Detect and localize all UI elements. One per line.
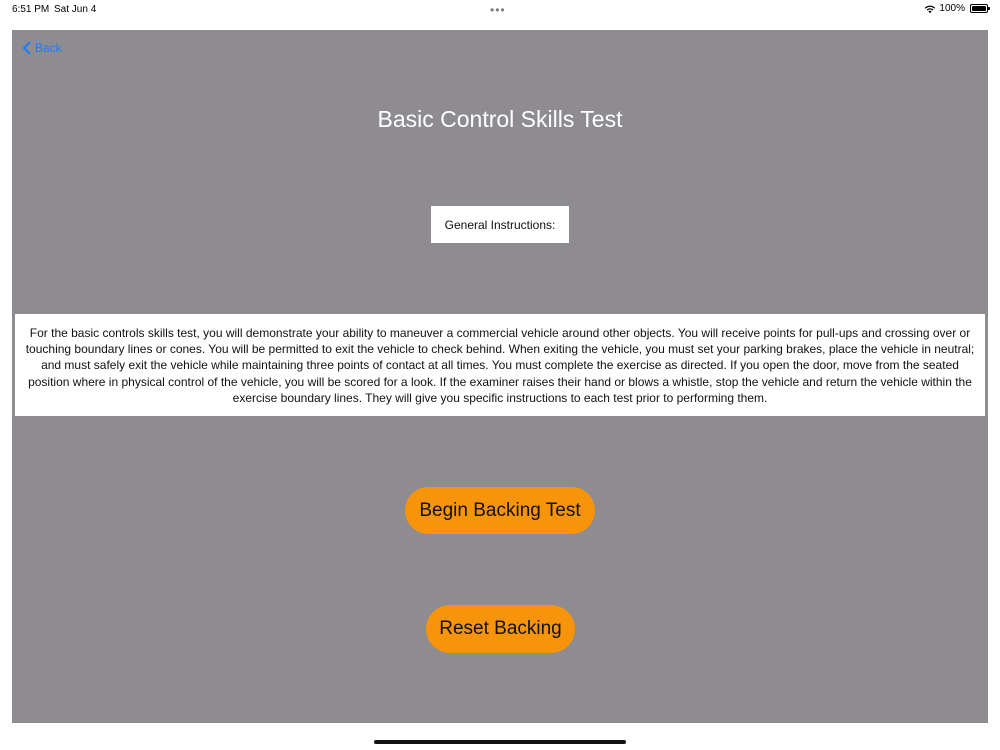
main-panel: Back Basic Control Skills Test General I… <box>12 30 988 723</box>
chevron-left-icon <box>23 41 31 55</box>
back-label: Back <box>35 41 62 55</box>
reset-backing-button[interactable]: Reset Backing <box>426 605 575 653</box>
multitasking-dots-icon[interactable]: ••• <box>490 3 506 17</box>
wifi-icon <box>925 5 936 13</box>
begin-backing-test-button[interactable]: Begin Backing Test <box>405 487 595 534</box>
app-screen: 6:51 PM Sat Jun 4 ••• 100% Back Basic Co… <box>0 0 1000 750</box>
status-indicators: 100% <box>924 3 990 14</box>
battery-percent: 100% <box>939 3 965 14</box>
status-date: Sat Jun 4 <box>54 4 97 15</box>
page-title: Basic Control Skills Test <box>377 106 623 132</box>
home-indicator <box>374 740 626 744</box>
status-bar: 6:51 PM Sat Jun 4 ••• 100% <box>0 0 1000 20</box>
battery-icon <box>970 4 990 13</box>
general-instructions-label: General Instructions: <box>431 206 569 243</box>
instructions-text: For the basic controls skills test, you … <box>15 314 985 416</box>
status-time: 6:51 PM <box>12 4 50 15</box>
back-button[interactable]: Back <box>22 40 62 56</box>
